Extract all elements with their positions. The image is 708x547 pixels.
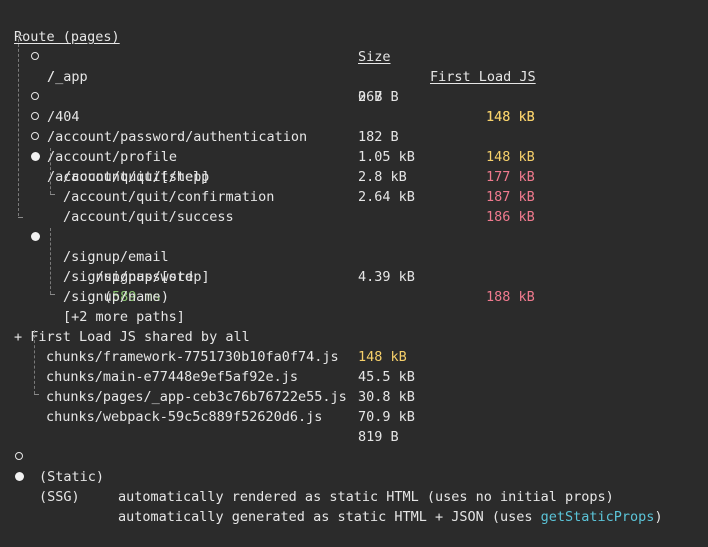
route-size: 1.05 kB — [358, 149, 415, 165]
subroute-path: /account/quit/confirmation — [63, 189, 275, 205]
subroute-row: /signup/password — [0, 247, 193, 285]
terminal-output: Route (pages) Size First Load JS / 267 B… — [0, 0, 708, 525]
legend-ssg-fn: getStaticProps — [540, 509, 655, 525]
chunk-name: chunks/webpack-59c5c889f52620d6.js — [46, 409, 323, 425]
subroute-path: /signup/password — [63, 269, 194, 285]
legend-ssg-desc: automatically generated as static HTML +… — [118, 509, 541, 525]
legend-static: (Static) automatically rendered as stati… — [0, 427, 708, 505]
route-row: /404 182 B 148 kB — [0, 67, 708, 165]
chunk-row: chunks/main-e77448e9ef5af92e.js 30.8 kB — [0, 347, 708, 405]
route-path: /account/profile — [47, 149, 178, 165]
chunk-row: chunks/framework-7751730b10fa0f74.js 45.… — [0, 327, 708, 385]
route-row: / 267 B 148 kB — [0, 27, 708, 125]
legend-static-desc: automatically rendered as static HTML (u… — [118, 489, 614, 505]
chunk-row: chunks/pages/_app-ceb3c76b76722e55.js 70… — [0, 367, 708, 425]
route-size: 2.64 kB — [358, 189, 415, 205]
subroute-path: /account/quit/help — [63, 169, 210, 185]
route-row: /account/quit/[step] 2.64 kB 186 kB — [0, 127, 708, 225]
subroute-row: /signup/name — [0, 267, 161, 305]
shared-row: + First Load JS shared by all 148 kB — [0, 307, 708, 365]
header-row: Route (pages) Size First Load JS — [0, 7, 536, 85]
tree-guide-quit-end — [50, 194, 55, 195]
route-row: /account/profile 2.8 kB 187 kB — [0, 107, 708, 205]
chunk-size: 70.9 kB — [358, 409, 415, 425]
subroute-row: /account/quit/help — [0, 147, 209, 185]
route-first-load: 148 kB — [486, 149, 535, 165]
route-row: /_app 0 B 148 kB — [0, 47, 708, 125]
subroute-row: /account/quit/success — [0, 187, 234, 225]
legend-ssg-label: (SSG) — [39, 489, 80, 505]
subroute-row: /account/quit/confirmation — [0, 167, 274, 205]
ssg-dot-icon — [15, 471, 24, 481]
route-first-load: 187 kB — [486, 189, 535, 205]
subroute-path: /signup/name — [63, 289, 161, 305]
chunk-row: chunks/webpack-59c5c889f52620d6.js 819 B — [0, 387, 708, 445]
subroute-row: [+2 more paths] — [0, 287, 185, 325]
legend-static-label: (Static) — [39, 469, 105, 485]
route-row: /signup/[step] (589 ms) 4.39 kB 188 kB — [0, 207, 708, 305]
route-first-load: 177 kB — [486, 169, 535, 185]
subroute-row: /signup/email — [0, 227, 169, 265]
route-row: /account/password/authentication 1.05 kB… — [0, 87, 708, 185]
legend-ssg: (SSG) automatically generated as static … — [0, 447, 708, 525]
route-size: 4.39 kB — [358, 269, 415, 285]
route-first-load: 188 kB — [486, 289, 535, 305]
route-size: 2.8 kB — [358, 169, 407, 185]
subroute-path: /signup/email — [63, 249, 169, 265]
legend-ssg-desc-end: ) — [654, 509, 663, 525]
